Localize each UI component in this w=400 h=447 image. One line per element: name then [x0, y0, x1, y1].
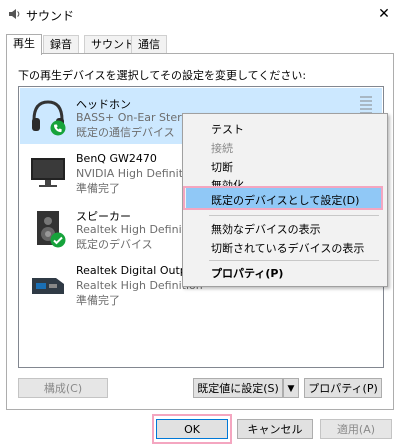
properties-button[interactable]: プロパティ(P): [304, 378, 382, 398]
device-status: 準備完了: [76, 182, 120, 195]
device-status: 既定のデバイス: [76, 238, 153, 251]
menu-separator: [209, 215, 379, 216]
set-default-dropdown-button[interactable]: ▼: [283, 378, 299, 398]
device-status: 準備完了: [76, 294, 120, 307]
menu-item-connect: 接続: [211, 142, 233, 155]
tab-playback[interactable]: 再生: [6, 34, 42, 55]
device-name: スピーカー: [76, 210, 131, 223]
tab-recording[interactable]: 録音: [43, 35, 79, 54]
menu-item-test[interactable]: テスト: [211, 121, 244, 137]
speaker-icon: [9, 9, 20, 19]
title-bar: サウンド ✕: [0, 0, 400, 28]
apply-button: 適用(A): [320, 419, 392, 439]
monitor-icon: [31, 158, 65, 187]
cancel-button[interactable]: キャンセル: [237, 419, 313, 439]
menu-item-properties[interactable]: プロパティ(P): [211, 265, 283, 281]
menu-item-show-disconnected[interactable]: 切断されているデバイスの表示: [211, 240, 364, 256]
menu-item-show-disabled[interactable]: 無効なデバイスの表示: [211, 221, 321, 237]
device-name: BenQ GW2470: [76, 152, 157, 165]
device-name: ヘッドホン: [76, 98, 131, 111]
instruction-text: 下の再生デバイスを選択してその設定を変更してください:: [18, 69, 307, 82]
close-button[interactable]: ✕: [374, 4, 394, 24]
device-description: BASS+ On-Ear Stereo: [76, 111, 195, 124]
context-menu: テスト 接続 切断 無効化 既定のデバイスとして設定(D) 無効なデバイスの表示…: [182, 113, 388, 287]
configure-button: 構成(C): [18, 378, 108, 398]
device-status: 既定の通信デバイス: [76, 126, 175, 139]
device-name: Realtek Digital Output: [76, 264, 199, 277]
digital-output-icon: [32, 278, 64, 294]
window-title: サウンド: [26, 9, 75, 23]
menu-item-disconnect[interactable]: 切断: [211, 159, 233, 175]
set-default-button[interactable]: 既定値に設定(S): [193, 378, 283, 398]
menu-separator: [209, 260, 379, 261]
annotation-ok-frame: [152, 414, 232, 444]
annotation-highlight-frame: [183, 186, 383, 210]
tab-communications[interactable]: 通信: [131, 35, 167, 54]
phone-badge-icon: [50, 120, 66, 136]
check-badge-icon: [50, 232, 66, 248]
